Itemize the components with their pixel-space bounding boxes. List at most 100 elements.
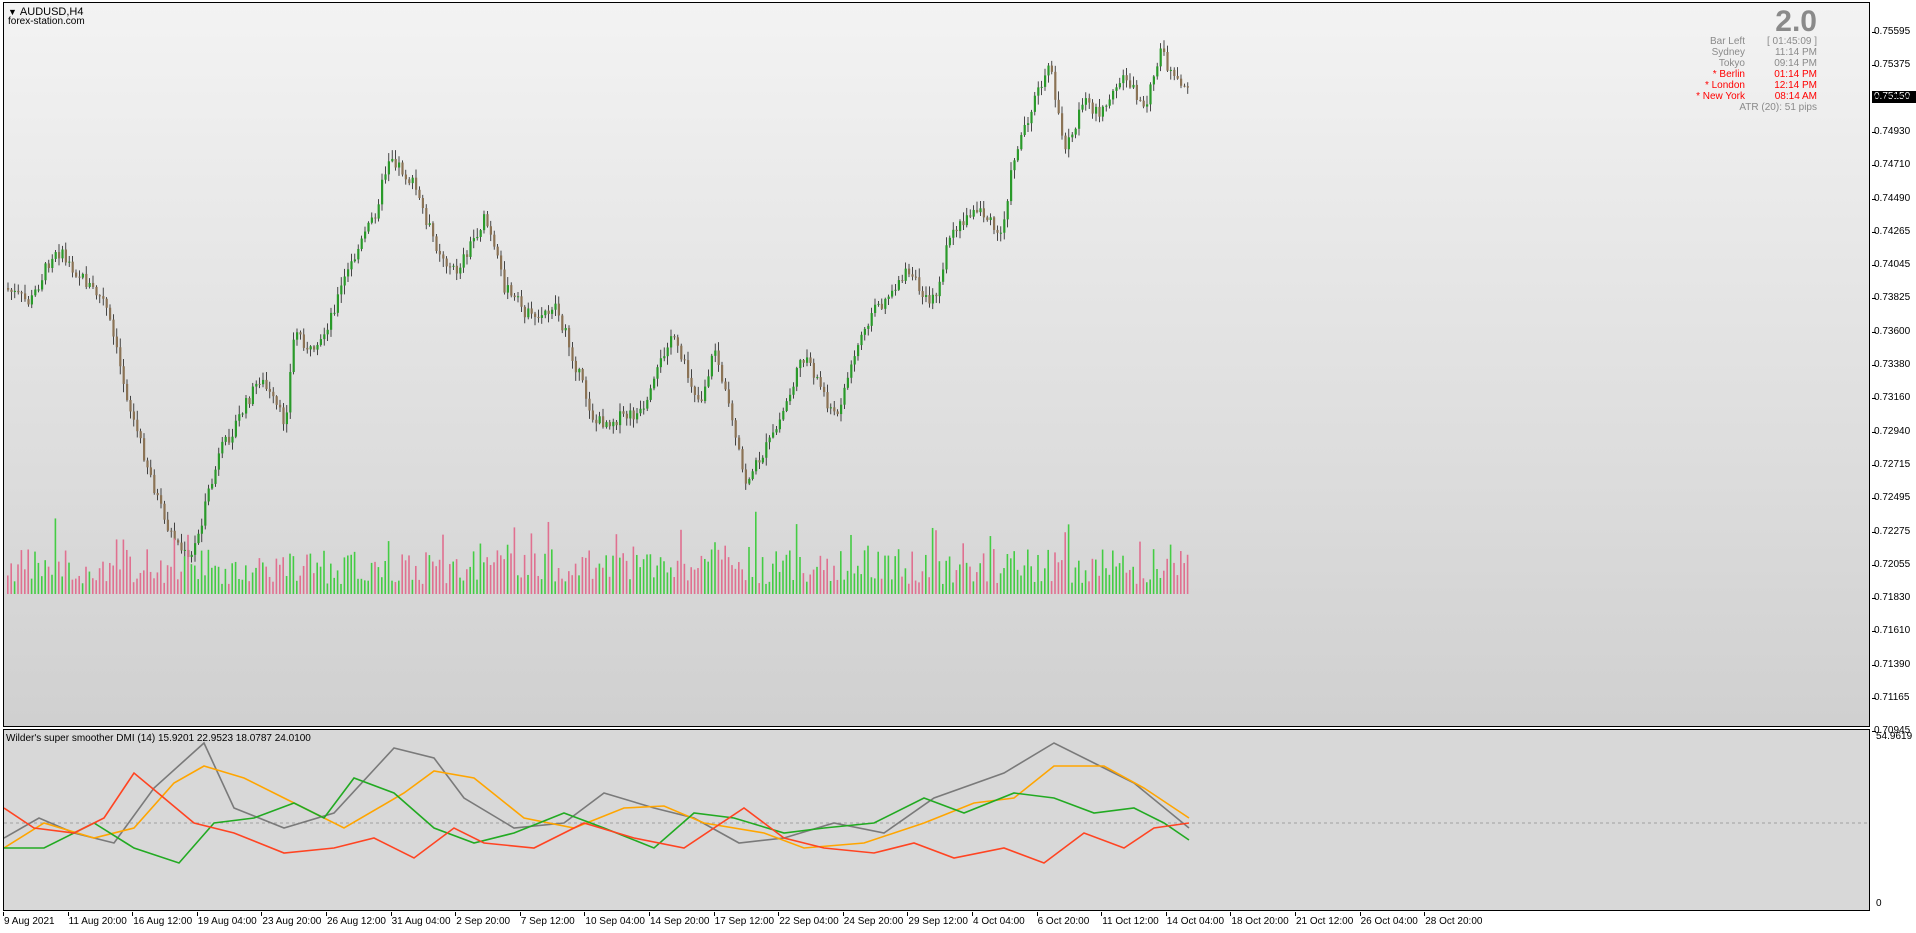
volume-bar <box>360 578 363 594</box>
time-label: 7 Sep 12:00 <box>520 916 575 927</box>
candle-body <box>68 261 71 263</box>
volume-bar <box>802 573 805 594</box>
volume-bar <box>513 527 516 594</box>
time-axis[interactable]: 9 Aug 2021 11 Aug 20:00 16 Aug 12:00 19 Aug… <box>0 912 1870 933</box>
volume-bar <box>1088 581 1090 594</box>
volume-bar <box>914 580 917 594</box>
volume-bar <box>1074 567 1077 594</box>
volume-bar <box>710 549 713 594</box>
volume-bar <box>1163 570 1165 594</box>
session-label: * Berlin <box>1712 69 1745 80</box>
volume-bar <box>700 555 703 594</box>
volume-bar <box>727 557 730 594</box>
candle-body <box>241 413 244 415</box>
candle-body <box>1098 106 1101 117</box>
candle-body <box>625 413 628 419</box>
candle-body <box>13 290 16 292</box>
volume-bar <box>479 543 482 594</box>
candle-body <box>527 308 530 318</box>
candle-body <box>408 179 411 184</box>
volume-bar <box>41 576 43 594</box>
candle-body <box>588 398 591 411</box>
volume-bar <box>554 581 556 594</box>
indicator-pane[interactable] <box>3 729 1870 911</box>
minus-di-line <box>4 771 1190 864</box>
candle-body <box>384 174 387 180</box>
candle-body <box>653 378 656 389</box>
volume-bar <box>619 557 621 594</box>
candle-body <box>571 347 574 361</box>
candle-body <box>367 222 370 232</box>
time-label: 28 Oct 20:00 <box>1425 916 1483 927</box>
volume-bar <box>391 580 393 594</box>
volume-bar <box>493 562 495 594</box>
indicator-title: Wilder's super smoother DMI (14) 15.9201… <box>6 733 311 744</box>
candle-body <box>656 367 659 379</box>
candle-body <box>755 460 758 472</box>
volume-bar <box>952 582 954 594</box>
candle-body <box>435 236 438 251</box>
price-axis[interactable]: 0.75150 0.75595 0.75375 0.75150 0.74930 0.74… <box>1872 0 1916 736</box>
volume-bar <box>676 560 679 594</box>
price-label: 0.72055 <box>1874 558 1911 570</box>
volume-bar <box>1115 566 1117 594</box>
volume-bar <box>761 557 764 594</box>
time-label: 22 Sep 04:00 <box>779 916 839 927</box>
volume-bar <box>483 562 485 594</box>
volume-bar <box>367 580 369 594</box>
candle-body <box>387 161 390 175</box>
volume-bar <box>1030 566 1032 594</box>
candle-body <box>989 217 992 221</box>
volume-bar <box>136 578 138 594</box>
price-chart-pane[interactable]: ▼ AUDUSD,H4 forex-station.com 2.0 Bar Lef… <box>3 2 1870 727</box>
volume-bar <box>653 577 655 594</box>
price-label: 0.73825 <box>1874 292 1911 304</box>
time-label: 2 Sep 20:00 <box>456 916 511 927</box>
volume-bar <box>755 511 757 594</box>
volume-bar <box>649 554 652 594</box>
candle-body <box>194 543 197 555</box>
candle-body <box>1135 84 1138 100</box>
volume-bar <box>68 562 70 594</box>
candle-body <box>605 422 608 428</box>
chart-window[interactable]: ▼ AUDUSD,H4 forex-station.com 2.0 Bar Lef… <box>0 0 1916 933</box>
volume-bar <box>24 569 26 594</box>
volume-bar <box>935 530 937 594</box>
volume-bar <box>897 549 900 594</box>
candle-body <box>523 306 526 318</box>
volume-bar <box>122 539 125 594</box>
volume-bar <box>517 575 519 594</box>
volume-bar <box>1176 575 1179 594</box>
session-time: 11:14 PM <box>1774 47 1817 58</box>
volume-bar <box>1169 544 1172 594</box>
volume-bar <box>931 527 934 594</box>
volume-bar <box>296 580 298 594</box>
volume-bar <box>285 575 288 594</box>
price-chart-canvas <box>7 40 1189 594</box>
volume-bar <box>306 554 308 594</box>
volume-bar <box>819 555 822 594</box>
volume-bar <box>707 561 709 594</box>
volume-bar <box>126 549 128 594</box>
candle-body <box>466 254 469 257</box>
candle-body <box>948 237 951 246</box>
volume-bar <box>228 583 230 594</box>
candle-body <box>75 272 78 277</box>
candle-body <box>428 223 431 226</box>
candle-body <box>717 350 720 365</box>
candle-body <box>993 217 996 230</box>
volume-bar <box>248 581 250 594</box>
volume-bar <box>173 538 176 594</box>
volume-bar <box>1010 558 1012 594</box>
candle-body <box>1149 84 1152 105</box>
adx-line <box>4 741 1190 844</box>
candle-body <box>30 295 33 305</box>
volume-bar <box>353 551 356 594</box>
volume-bar <box>748 546 750 594</box>
candle-body <box>619 411 622 426</box>
candle-body <box>411 177 414 184</box>
volume-bar <box>115 539 118 594</box>
candle-body <box>1173 69 1176 76</box>
volume-bar <box>693 569 696 594</box>
price-label: 0.72940 <box>1874 425 1911 437</box>
